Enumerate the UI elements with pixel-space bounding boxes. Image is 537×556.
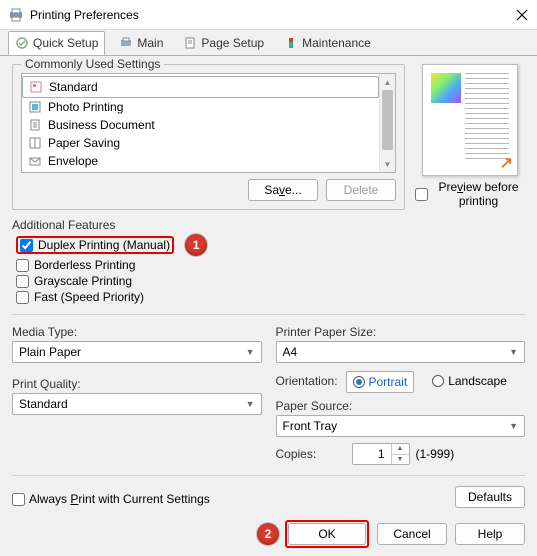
- tab-label: Quick Setup: [33, 36, 98, 50]
- list-item-business[interactable]: Business Document: [22, 116, 379, 134]
- copies-spinner[interactable]: ▲▼: [352, 443, 410, 465]
- landscape-label: Landscape: [448, 374, 507, 388]
- tab-quick-setup[interactable]: Quick Setup: [8, 31, 105, 55]
- quick-setup-icon: [15, 36, 29, 50]
- list-item-envelope[interactable]: Envelope: [22, 152, 379, 170]
- spin-down[interactable]: ▼: [392, 455, 409, 465]
- paper-saving-icon: [28, 136, 42, 150]
- defaults-button[interactable]: Defaults: [455, 486, 525, 508]
- page-setup-icon: [183, 36, 197, 50]
- fast-checkbox[interactable]: [16, 291, 29, 304]
- preview-checkbox[interactable]: [415, 188, 428, 201]
- cancel-button[interactable]: Cancel: [377, 523, 447, 545]
- paper-size-value: A4: [283, 345, 298, 359]
- document-icon: [28, 118, 42, 132]
- scrollbar[interactable]: ▲▼: [379, 74, 395, 172]
- help-button[interactable]: Help: [455, 523, 525, 545]
- chevron-down-icon: ▼: [509, 347, 518, 357]
- chevron-down-icon: ▼: [509, 421, 518, 431]
- list-item-label: Envelope: [48, 154, 98, 168]
- list-item-label: Photo Printing: [48, 100, 123, 114]
- paper-size-label: Printer Paper Size:: [276, 325, 526, 339]
- chevron-down-icon: ▼: [246, 399, 255, 409]
- borderless-checkbox[interactable]: [16, 259, 29, 272]
- annotation-marker-1: 1: [185, 234, 207, 256]
- grayscale-checkbox[interactable]: [16, 275, 29, 288]
- list-item-label: Paper Saving: [48, 136, 120, 150]
- preview-before-printing[interactable]: Preview before printing: [415, 180, 525, 208]
- media-type-select[interactable]: Plain Paper ▼: [12, 341, 262, 363]
- standard-icon: [29, 80, 43, 94]
- highlight-duplex: Duplex Printing (Manual): [16, 236, 174, 254]
- fast-label: Fast (Speed Priority): [34, 290, 144, 304]
- chevron-down-icon: ▼: [246, 347, 255, 357]
- scroll-up[interactable]: ▲: [380, 74, 395, 90]
- features-title: Additional Features: [12, 218, 525, 232]
- tab-label: Maintenance: [302, 36, 371, 50]
- print-quality-value: Standard: [19, 397, 68, 411]
- list-item-paper-saving[interactable]: Paper Saving: [22, 134, 379, 152]
- grayscale-label: Grayscale Printing: [34, 274, 132, 288]
- paper-source-value: Front Tray: [283, 419, 338, 433]
- list-item-label: Standard: [49, 80, 98, 94]
- titlebar: Printing Preferences: [0, 0, 537, 30]
- paper-source-select[interactable]: Front Tray ▼: [276, 415, 526, 437]
- media-type-value: Plain Paper: [19, 345, 81, 359]
- preview-image: ↗: [422, 64, 518, 176]
- preview-label: Preview before printing: [432, 180, 525, 208]
- tab-label: Page Setup: [201, 36, 264, 50]
- commonly-used-group: Commonly Used Settings Standard Photo Pr…: [12, 64, 405, 210]
- borderless-label: Borderless Printing: [34, 258, 135, 272]
- maintenance-icon: [284, 36, 298, 50]
- window-title: Printing Preferences: [30, 8, 515, 22]
- print-quality-label: Print Quality:: [12, 377, 262, 391]
- orientation-landscape[interactable]: Landscape: [432, 374, 507, 388]
- copies-input[interactable]: [353, 444, 391, 464]
- tab-label: Main: [137, 36, 163, 50]
- footer: 2 OK Cancel Help: [0, 516, 537, 556]
- tab-maintenance[interactable]: Maintenance: [278, 32, 377, 54]
- delete-button: Delete: [326, 179, 396, 201]
- list-item-label: Business Document: [48, 118, 155, 132]
- highlight-ok: OK: [285, 520, 369, 548]
- close-icon[interactable]: [515, 8, 529, 22]
- save-button[interactable]: Save...: [248, 179, 318, 201]
- print-quality-select[interactable]: Standard ▼: [12, 393, 262, 415]
- main-icon: [119, 36, 133, 50]
- orientation-portrait[interactable]: Portrait: [346, 371, 415, 393]
- scroll-thumb[interactable]: [382, 90, 393, 150]
- always-print-label: Always Print with Current Settings: [29, 492, 210, 506]
- tab-page-setup[interactable]: Page Setup: [177, 32, 270, 54]
- media-type-label: Media Type:: [12, 325, 262, 339]
- copies-range: (1-999): [416, 447, 455, 461]
- always-print-row[interactable]: Always Print with Current Settings: [12, 492, 210, 506]
- envelope-icon: [28, 154, 42, 168]
- ok-button[interactable]: OK: [288, 523, 366, 545]
- settings-listbox[interactable]: Standard Photo Printing Business Documen…: [21, 73, 396, 173]
- duplex-checkbox[interactable]: [20, 239, 33, 252]
- tab-bar: Quick Setup Main Page Setup Maintenance: [0, 30, 537, 56]
- tab-main[interactable]: Main: [113, 32, 169, 54]
- paper-size-select[interactable]: A4 ▼: [276, 341, 526, 363]
- preview-pane: ↗ Preview before printing: [415, 64, 525, 218]
- group-title: Commonly Used Settings: [21, 57, 164, 71]
- orientation-label: Orientation:: [276, 374, 346, 388]
- photo-icon: [28, 100, 42, 114]
- list-item-standard[interactable]: Standard: [22, 76, 379, 98]
- printer-icon: [8, 7, 24, 23]
- list-item-photo[interactable]: Photo Printing: [22, 98, 379, 116]
- spin-up[interactable]: ▲: [392, 444, 409, 455]
- copies-label: Copies:: [276, 447, 346, 461]
- paper-source-label: Paper Source:: [276, 399, 526, 413]
- scroll-down[interactable]: ▼: [380, 156, 395, 172]
- duplex-label: Duplex Printing (Manual): [38, 238, 170, 252]
- additional-features-group: Additional Features Duplex Printing (Man…: [12, 218, 525, 304]
- annotation-marker-2: 2: [257, 523, 279, 545]
- portrait-label: Portrait: [369, 375, 408, 389]
- always-print-checkbox[interactable]: [12, 493, 25, 506]
